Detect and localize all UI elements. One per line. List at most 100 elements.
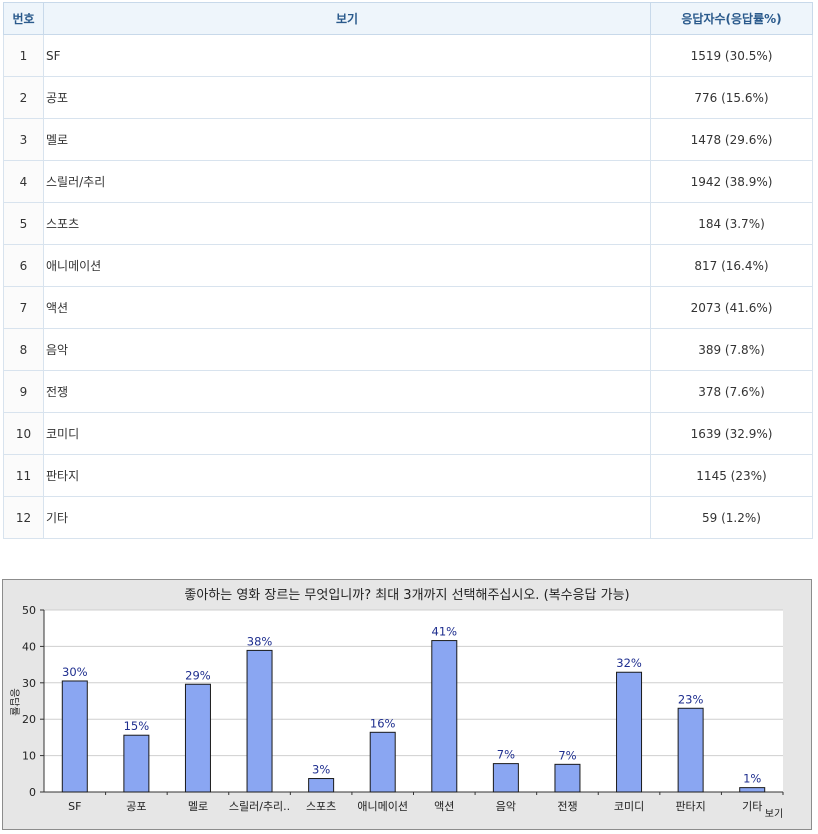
x-category-label: 액션: [434, 800, 454, 813]
x-category-label: 공포: [126, 800, 146, 813]
row-response-count: 184 (3.7%): [650, 202, 813, 245]
y-tick-label: 50: [22, 604, 36, 617]
table-row: 10 코미디 1639 (32.9%): [3, 412, 813, 455]
bar-chart-svg: 좋아하는 영화 장르는 무엇입니까? 최대 3개까지 선택해주십시오. (복수응…: [8, 588, 784, 820]
row-option-label: 전쟁: [43, 370, 651, 413]
bar: [616, 671, 643, 793]
table-row: 6 애니메이션 817 (16.4%): [3, 244, 813, 287]
bar-value-label: 15%: [124, 719, 150, 733]
row-option-label: 기타: [43, 496, 651, 539]
table-header-row: 번호 보기 응답자수(응답률%): [3, 2, 813, 35]
x-category-label: SF: [68, 800, 81, 813]
table-row: 2 공포 776 (15.6%): [3, 76, 813, 119]
bar-value-label: 38%: [247, 634, 273, 648]
bar: [369, 731, 396, 793]
row-option-label: 코미디: [43, 412, 651, 455]
bar-value-label: 32%: [616, 656, 642, 670]
x-category-label: 음악: [496, 800, 516, 813]
row-option-label: 음악: [43, 328, 651, 371]
bar-value-label: 7%: [558, 748, 576, 762]
y-tick-label: 10: [22, 750, 36, 763]
row-response-count: 378 (7.6%): [650, 370, 813, 413]
x-category-label: 스포츠: [306, 800, 336, 813]
header-option: 보기: [43, 2, 651, 35]
table-body: 1 SF 1519 (30.5%) 2 공포 776 (15.6%) 3 멜로 1478 (29…: [3, 34, 813, 539]
y-tick-label: 0: [29, 786, 36, 799]
row-option-label: 애니메이션: [43, 244, 651, 287]
row-response-count: 389 (7.8%): [650, 328, 813, 371]
row-response-count: 1145 (23%): [650, 454, 813, 497]
bar-value-label: 29%: [185, 668, 211, 682]
row-number: 10: [3, 412, 44, 455]
table-row: 8 음악 389 (7.8%): [3, 328, 813, 371]
bar-value-label: 23%: [678, 692, 704, 706]
y-tick-label: 20: [22, 713, 36, 726]
bar: [308, 778, 335, 793]
table-row: 11 판타지 1145 (23%): [3, 454, 813, 497]
x-category-label: 전쟁: [557, 800, 577, 813]
table-row: 7 액션 2073 (41.6%): [3, 286, 813, 329]
row-number: 12: [3, 496, 44, 539]
table-row: 4 스릴러/추리 1942 (38.9%): [3, 160, 813, 203]
row-response-count: 1478 (29.6%): [650, 118, 813, 161]
row-option-label: SF: [43, 34, 651, 77]
bar: [739, 787, 766, 793]
bar: [184, 683, 211, 793]
plot-area: [44, 610, 783, 792]
row-response-count: 59 (1.2%): [650, 496, 813, 539]
row-number: 4: [3, 160, 44, 203]
bar-value-label: 3%: [312, 763, 330, 777]
bar: [123, 734, 150, 793]
row-response-count: 1519 (30.5%): [650, 34, 813, 77]
row-number: 9: [3, 370, 44, 413]
bar-value-label: 41%: [432, 625, 458, 639]
x-category-label: 애니메이션: [357, 800, 408, 813]
bar: [61, 680, 88, 793]
row-option-label: 공포: [43, 76, 651, 119]
bar-value-label: 7%: [497, 748, 515, 762]
header-number: 번호: [3, 2, 44, 35]
row-option-label: 스포츠: [43, 202, 651, 245]
row-number: 1: [3, 34, 44, 77]
bar-value-label: 16%: [370, 716, 396, 730]
x-category-label: 기타: [742, 800, 762, 813]
header-response-count: 응답자수(응답률%): [650, 2, 813, 35]
y-tick-label: 40: [22, 640, 36, 653]
row-number: 8: [3, 328, 44, 371]
bar: [554, 763, 581, 793]
bar-value-label: 1%: [743, 772, 761, 786]
row-option-label: 스릴러/추리: [43, 160, 651, 203]
table-row: 9 전쟁 378 (7.6%): [3, 370, 813, 413]
table-row: 1 SF 1519 (30.5%): [3, 34, 813, 77]
table-row: 3 멜로 1478 (29.6%): [3, 118, 813, 161]
x-category-label: 판타지: [675, 800, 705, 813]
row-response-count: 776 (15.6%): [650, 76, 813, 119]
table-row: 5 스포츠 184 (3.7%): [3, 202, 813, 245]
y-tick-label: 30: [22, 677, 36, 690]
x-category-label: 코미디: [614, 800, 644, 813]
chart-title: 좋아하는 영화 장르는 무엇입니까? 최대 3개까지 선택해주십시오. (복수응…: [184, 588, 629, 603]
row-response-count: 1942 (38.9%): [650, 160, 813, 203]
row-number: 7: [3, 286, 44, 329]
x-category-label: 스릴러/추리..: [229, 800, 290, 813]
row-response-count: 1639 (32.9%): [650, 412, 813, 455]
x-category-label: 멜로: [188, 800, 208, 813]
bar-chart: 좋아하는 영화 장르는 무엇입니까? 최대 3개까지 선택해주십시오. (복수응…: [2, 579, 812, 830]
y-axis-title: 응답률: [8, 688, 20, 716]
bar: [431, 640, 458, 793]
row-response-count: 817 (16.4%): [650, 244, 813, 287]
bar: [246, 649, 273, 793]
row-number: 2: [3, 76, 44, 119]
row-number: 6: [3, 244, 44, 287]
row-response-count: 2073 (41.6%): [650, 286, 813, 329]
row-number: 5: [3, 202, 44, 245]
bar-value-label: 30%: [62, 665, 88, 679]
row-option-label: 액션: [43, 286, 651, 329]
bar: [492, 763, 519, 793]
row-number: 3: [3, 118, 44, 161]
row-option-label: 멜로: [43, 118, 651, 161]
bar: [677, 707, 704, 793]
row-option-label: 판타지: [43, 454, 651, 497]
x-axis-title: 보기: [765, 808, 783, 820]
survey-result-table: 번호 보기 응답자수(응답률%) 1 SF 1519 (30.5%) 2 공포 776 (…: [3, 2, 813, 539]
